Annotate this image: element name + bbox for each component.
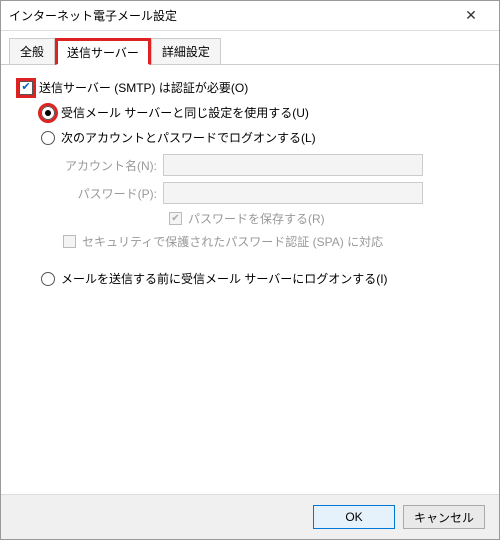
custom-credentials-group: アカウント名(N): パスワード(P): ✔ パスワードを保存する(R) セキュ… <box>19 154 481 250</box>
close-icon: ✕ <box>465 7 477 24</box>
ok-button-label: OK <box>345 510 362 524</box>
dialog-footer: OK キャンセル <box>1 494 499 539</box>
tab-outgoing-label: 送信サーバー <box>67 46 139 60</box>
radio-custom-logon[interactable] <box>41 131 55 145</box>
radio-dot-icon <box>45 110 51 116</box>
radio-custom-label: 次のアカウントとパスワードでログオンする(L) <box>61 129 316 146</box>
spa-label: セキュリティで保護されたパスワード認証 (SPA) に対応 <box>82 233 383 250</box>
smtp-auth-label: 送信サーバー (SMTP) は認証が必要(O) <box>39 79 248 96</box>
radio-pop-before-smtp[interactable] <box>41 272 55 286</box>
password-input[interactable] <box>163 182 423 204</box>
checkmark-icon: ✔ <box>171 214 179 224</box>
radio-use-same-settings[interactable] <box>41 106 55 120</box>
tab-general[interactable]: 全般 <box>9 38 55 65</box>
dialog-window: インターネット電子メール設定 ✕ 全般 送信サーバー 詳細設定 ✔ 送信サーバー… <box>0 0 500 540</box>
radio-custom-row: 次のアカウントとパスワードでログオンする(L) <box>19 129 481 146</box>
save-password-checkbox[interactable]: ✔ <box>169 212 182 225</box>
ok-button[interactable]: OK <box>313 505 395 529</box>
password-label: パスワード(P): <box>63 185 163 202</box>
tab-content: ✔ 送信サーバー (SMTP) は認証が必要(O) 受信メール サーバーと同じ設… <box>1 65 499 494</box>
account-input[interactable] <box>163 154 423 176</box>
smtp-auth-checkbox[interactable]: ✔ <box>19 81 33 95</box>
titlebar: インターネット電子メール設定 ✕ <box>1 1 499 31</box>
save-password-label: パスワードを保存する(R) <box>188 210 325 227</box>
close-button[interactable]: ✕ <box>451 2 491 30</box>
tab-advanced[interactable]: 詳細設定 <box>151 38 221 65</box>
radio-pop-before-label: メールを送信する前に受信メール サーバーにログオンする(I) <box>61 270 388 287</box>
account-label: アカウント名(N): <box>63 157 163 174</box>
save-password-row: ✔ パスワードを保存する(R) <box>63 210 481 227</box>
tab-bar: 全般 送信サーバー 詳細設定 <box>1 31 499 65</box>
cancel-button[interactable]: キャンセル <box>403 505 485 529</box>
window-title: インターネット電子メール設定 <box>9 7 451 24</box>
radio-same-label: 受信メール サーバーと同じ設定を使用する(U) <box>61 104 309 121</box>
tab-advanced-label: 詳細設定 <box>162 45 210 59</box>
checkmark-icon: ✔ <box>21 82 30 93</box>
radio-pop-before-row: メールを送信する前に受信メール サーバーにログオンする(I) <box>19 270 481 287</box>
spa-checkbox[interactable] <box>63 235 76 248</box>
password-row: パスワード(P): <box>63 182 481 204</box>
radio-same-row: 受信メール サーバーと同じ設定を使用する(U) <box>19 104 481 121</box>
cancel-button-label: キャンセル <box>414 509 474 526</box>
tab-outgoing-server[interactable]: 送信サーバー <box>55 38 151 65</box>
smtp-auth-row: ✔ 送信サーバー (SMTP) は認証が必要(O) <box>19 79 481 96</box>
account-row: アカウント名(N): <box>63 154 481 176</box>
tab-general-label: 全般 <box>20 45 44 59</box>
spa-row: セキュリティで保護されたパスワード認証 (SPA) に対応 <box>63 233 481 250</box>
